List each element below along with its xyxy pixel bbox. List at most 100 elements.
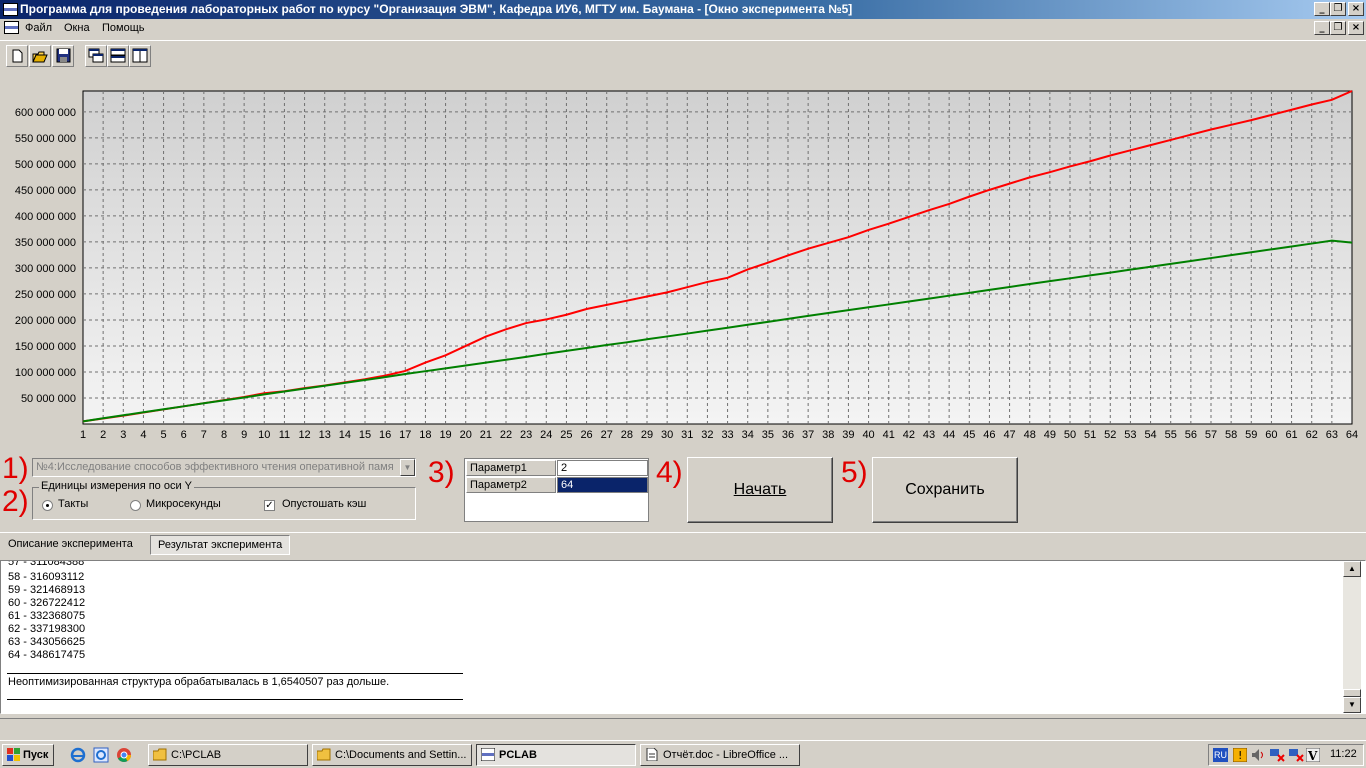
open-folder-icon[interactable]	[29, 45, 51, 67]
experiment-select-value: №4:Исследование способов эффективного чт…	[36, 461, 394, 473]
y-units-group: Единицы измерения по оси Y Такты Микросе…	[32, 480, 416, 520]
x-tick-label: 45	[963, 429, 975, 441]
x-tick-label: 58	[1225, 429, 1237, 441]
annotation-5: 5)	[841, 456, 868, 489]
x-tick-label: 36	[782, 429, 794, 441]
taskbar-item-pclab[interactable]: PCLAB	[476, 744, 636, 766]
x-tick-label: 22	[500, 429, 512, 441]
child-minimize-icon[interactable]: _	[1314, 21, 1330, 35]
vertical-scrollbar[interactable]: ▲ ▼	[1343, 561, 1361, 713]
flush-cache-checkbox[interactable]: ✓	[264, 500, 275, 511]
network-disconnected-icon[interactable]	[1269, 748, 1285, 762]
y-tick-label: 150 000 000	[15, 341, 76, 353]
scroll-down-icon[interactable]: ▼	[1343, 697, 1361, 713]
ie-quicklaunch-icon[interactable]	[93, 747, 109, 763]
taskbar-item-pclab-folder[interactable]: C:\PCLAB	[148, 744, 308, 766]
radio-microseconds[interactable]	[130, 500, 141, 511]
divider-line	[7, 699, 463, 700]
volume-icon[interactable]	[1251, 748, 1265, 762]
y-tick-label: 50 000 000	[21, 393, 76, 405]
divider-line	[7, 673, 463, 674]
experiment-select[interactable]: №4:Исследование способов эффективного чт…	[32, 458, 416, 477]
x-tick-label: 2	[100, 429, 106, 441]
x-tick-label: 4	[140, 429, 146, 441]
x-tick-label: 56	[1185, 429, 1197, 441]
y-tick-label: 300 000 000	[15, 263, 76, 275]
child-restore-icon[interactable]: ❐	[1330, 21, 1346, 35]
clock: 11:22	[1330, 748, 1357, 760]
result-line: 60 - 326722412	[8, 597, 86, 609]
taskbar-item-documents-folder[interactable]: C:\Documents and Settin...	[312, 744, 472, 766]
taskbar: Пуск C:\PCLAB C:\Documents and Settin...…	[0, 740, 1366, 768]
window-title-bar[interactable]: Программа для проведения лабораторных ра…	[0, 0, 1366, 19]
x-tick-label: 59	[1245, 429, 1257, 441]
chevron-down-icon[interactable]: ▼	[400, 459, 415, 476]
menu-windows[interactable]: Окна	[64, 19, 90, 38]
x-tick-label: 8	[221, 429, 227, 441]
child-close-icon[interactable]: ×	[1348, 21, 1364, 35]
x-tick-label: 18	[419, 429, 431, 441]
x-tick-label: 24	[540, 429, 552, 441]
tile-vertical-icon[interactable]	[129, 45, 151, 67]
tab-description[interactable]: Описание эксперимента	[1, 535, 140, 555]
tab-result[interactable]: Результат эксперимента	[150, 535, 291, 555]
app-icon[interactable]	[3, 3, 18, 16]
menu-help[interactable]: Помощь	[102, 19, 145, 38]
tab-separator	[0, 532, 1366, 533]
param-name: Параметр1	[466, 460, 556, 476]
taskbar-item-libreoffice[interactable]: Отчёт.doc - LibreOffice ...	[640, 744, 800, 766]
x-tick-label: 1	[80, 429, 86, 441]
language-indicator[interactable]: RU	[1213, 748, 1228, 762]
warning-icon[interactable]: !	[1233, 748, 1247, 762]
new-file-icon[interactable]	[6, 45, 28, 67]
x-tick-label: 13	[319, 429, 331, 441]
annotation-3: 3)	[428, 456, 455, 489]
result-line: 63 - 343056625	[8, 636, 86, 648]
result-line: 57 - 311084388	[8, 560, 85, 568]
y-tick-label: 450 000 000	[15, 185, 76, 197]
y-tick-label: 400 000 000	[15, 211, 76, 223]
radio-ticks[interactable]	[42, 500, 53, 511]
scroll-thumb[interactable]	[1343, 689, 1361, 697]
y-tick-label: 200 000 000	[15, 315, 76, 327]
network-disconnected-icon-2[interactable]	[1288, 748, 1304, 762]
result-memo[interactable]: 57 - 311084388 58 - 316093112 59 - 32146…	[0, 560, 1366, 714]
start-button[interactable]: Начать	[687, 457, 833, 523]
param-value[interactable]: 2	[557, 460, 648, 476]
tile-horizontal-icon[interactable]	[107, 45, 129, 67]
save-disk-icon[interactable]	[52, 45, 74, 67]
system-tray: RU ! V 11:22	[1208, 744, 1364, 766]
y-units-group-title: Единицы измерения по оси Y	[39, 480, 195, 492]
x-tick-label: 33	[721, 429, 733, 441]
annotation-4: 4)	[656, 456, 683, 489]
child-window-icon[interactable]	[4, 21, 19, 34]
window-title: Программа для проведения лабораторных ра…	[20, 2, 853, 16]
minimize-icon[interactable]: _	[1314, 2, 1330, 16]
restore-icon[interactable]: ❐	[1330, 2, 1346, 16]
chart-area: 50 000 000 100 000 000 150 000 000 200 000 …	[0, 68, 1366, 448]
close-icon[interactable]: ×	[1348, 2, 1364, 16]
x-tick-label: 3	[120, 429, 126, 441]
cascade-windows-icon[interactable]	[85, 45, 107, 67]
x-tick-label: 29	[641, 429, 653, 441]
x-tick-label: 43	[923, 429, 935, 441]
save-button[interactable]: Сохранить	[872, 457, 1018, 523]
annotation-2: 2)	[2, 485, 29, 518]
taskbar-item-label: Отчёт.doc - LibreOffice ...	[663, 749, 789, 761]
start-menu-button[interactable]: Пуск	[2, 744, 54, 766]
x-tick-label: 35	[762, 429, 774, 441]
x-tick-label: 39	[842, 429, 854, 441]
scroll-up-icon[interactable]: ▲	[1343, 561, 1361, 577]
x-tick-label: 60	[1265, 429, 1277, 441]
chrome-icon[interactable]	[116, 747, 132, 763]
folder-icon	[317, 748, 331, 761]
param-value-selected[interactable]: 64	[557, 477, 648, 493]
result-line: 58 - 316093112	[8, 571, 85, 583]
result-line: 61 - 332368075	[8, 610, 86, 622]
x-tick-label: 27	[601, 429, 613, 441]
ie-icon[interactable]	[70, 747, 86, 763]
menu-file[interactable]: Файл	[25, 19, 52, 38]
antivirus-icon[interactable]: V	[1306, 748, 1320, 762]
start-label: Пуск	[23, 749, 49, 761]
x-tick-label: 21	[480, 429, 492, 441]
